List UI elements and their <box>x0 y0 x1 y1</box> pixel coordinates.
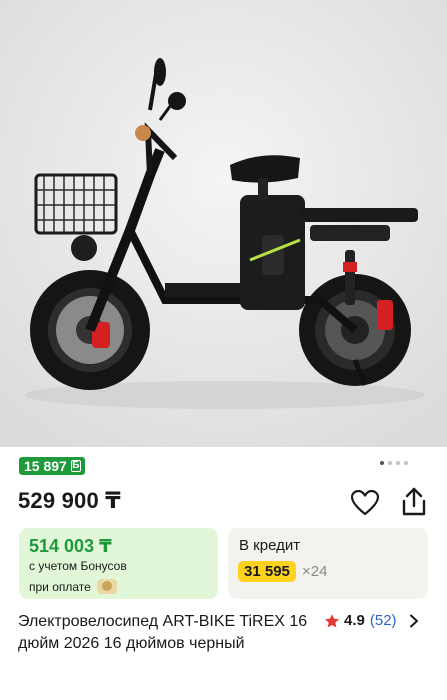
bonus-price-caption: с учетом Бонусов <box>29 559 127 573</box>
gallery-dot[interactable] <box>380 461 384 465</box>
e-bike-image <box>0 0 447 447</box>
bonus-badge: 15 897 Б <box>19 457 85 475</box>
bonus-price-card[interactable]: 514 003 ₸ с учетом Бонусов при оплате <box>19 528 218 599</box>
bonus-currency-icon: Б <box>70 460 81 472</box>
rating-score: 4.9 <box>344 612 365 629</box>
product-price: 529 900 ₸ <box>18 488 121 513</box>
star-icon <box>324 613 340 628</box>
credit-term: ×24 <box>302 563 328 580</box>
gallery-dot[interactable] <box>396 461 400 465</box>
bonus-badge-amount: 15 897 <box>24 458 67 474</box>
credit-card[interactable]: В кредит 31 595 ×24 <box>228 528 428 599</box>
chevron-right-icon[interactable] <box>409 614 419 628</box>
share-icon[interactable] <box>400 487 428 517</box>
product-photo[interactable] <box>0 0 447 447</box>
product-rating[interactable]: 4.9 (52) <box>324 612 397 629</box>
credit-title: В кредит <box>239 537 301 554</box>
bonus-price-caption-2: при оплате <box>29 579 117 594</box>
credit-monthly-payment: 31 595 <box>238 561 296 582</box>
product-title: Электровелосипед ART-BIKE TiREX 16 дюйм … <box>18 613 308 652</box>
rating-count[interactable]: (52) <box>370 612 397 629</box>
gallery-pagination[interactable] <box>380 461 408 465</box>
heart-icon[interactable] <box>351 490 379 516</box>
gallery-dot[interactable] <box>388 461 392 465</box>
bonus-price-amount: 514 003 ₸ <box>29 536 112 556</box>
gallery-dot[interactable] <box>404 461 408 465</box>
bonus-price-caption-text: при оплате <box>29 579 91 594</box>
bonus-coin-icon <box>96 579 117 594</box>
